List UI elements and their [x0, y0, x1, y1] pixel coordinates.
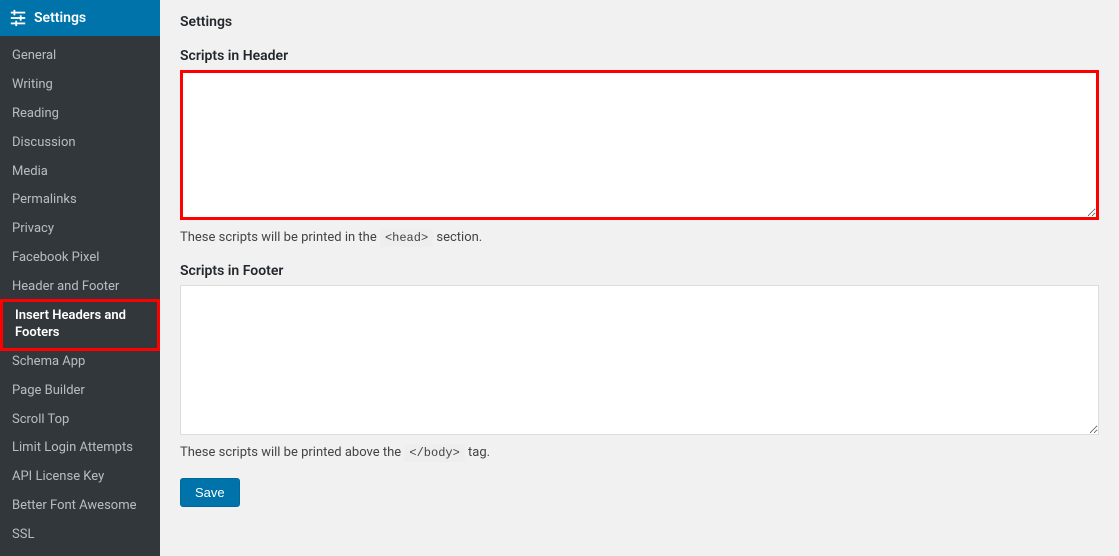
sidebar-item-page-builder[interactable]: Page Builder: [0, 377, 160, 406]
current-section-arrow-icon: [160, 10, 168, 26]
sidebar-item-label: Page Builder: [12, 383, 85, 398]
sidebar-item-label: Schema App: [12, 354, 85, 369]
sliders-icon: [8, 8, 28, 28]
sidebar-item-label: Reading: [12, 106, 59, 121]
sidebar-item-label: General: [12, 48, 56, 63]
sidebar-item-writing[interactable]: Writing: [0, 71, 160, 100]
sidebar-item-label: Discussion: [12, 135, 76, 150]
sidebar-item-api-license-key[interactable]: API License Key: [0, 463, 160, 492]
description-code: <head>: [380, 229, 433, 247]
sidebar-item-reading[interactable]: Reading: [0, 100, 160, 129]
scripts-in-footer-block: Scripts in Footer These scripts will be …: [180, 263, 1099, 460]
scripts-in-footer-description: These scripts will be printed above the …: [180, 445, 1099, 460]
page-title: Settings: [160, 0, 1119, 38]
sidebar-item-facebook-pixel[interactable]: Facebook Pixel: [0, 244, 160, 273]
form-content: Scripts in Header These scripts will be …: [160, 38, 1119, 527]
sidebar-submenu: General Writing Reading Discussion Media…: [0, 36, 160, 556]
sidebar-item-header-and-footer[interactable]: Header and Footer: [0, 273, 160, 302]
sidebar-item-privacy[interactable]: Privacy: [0, 215, 160, 244]
sidebar-item-permalinks[interactable]: Permalinks: [0, 186, 160, 215]
sidebar-item-label: Writing: [12, 77, 53, 92]
scripts-in-header-label: Scripts in Header: [180, 48, 1099, 64]
sidebar-item-label: Better Font Awesome: [12, 498, 137, 513]
scripts-in-footer-label: Scripts in Footer: [180, 263, 1099, 279]
sidebar-item-label: Limit Login Attempts: [12, 440, 133, 455]
sidebar-item-insert-headers-and-footers[interactable]: Insert Headers and Footers: [3, 302, 157, 348]
sidebar-item-scroll-top[interactable]: Scroll Top: [0, 406, 160, 435]
description-text: tag.: [465, 445, 490, 460]
sidebar-item-label: Scroll Top: [12, 412, 69, 427]
description-text: These scripts will be printed in the: [180, 230, 380, 245]
scripts-in-header-description: These scripts will be printed in the <he…: [180, 230, 1099, 245]
sidebar-item-discussion[interactable]: Discussion: [0, 129, 160, 158]
sidebar-item-label: Media: [12, 164, 48, 179]
main-content: Settings Scripts in Header These scripts…: [160, 0, 1119, 529]
sidebar-item-label: Privacy: [12, 221, 54, 236]
sidebar-item-label: Facebook Pixel: [12, 250, 99, 265]
sidebar-section-label: Settings: [34, 10, 86, 26]
description-text: section.: [433, 230, 482, 245]
sidebar-item-limit-login-attempts[interactable]: Limit Login Attempts: [0, 434, 160, 463]
description-text: These scripts will be printed above the: [180, 445, 404, 460]
sidebar-item-general[interactable]: General: [0, 42, 160, 71]
scripts-in-header-block: Scripts in Header These scripts will be …: [180, 48, 1099, 245]
sidebar-section-settings[interactable]: Settings: [0, 0, 160, 36]
save-button[interactable]: Save: [180, 478, 240, 507]
sidebar-item-label: Header and Footer: [12, 279, 119, 294]
scripts-in-header-textarea[interactable]: [180, 70, 1099, 220]
sidebar-item-label: API License Key: [12, 469, 104, 484]
sidebar-item-schema-app[interactable]: Schema App: [0, 348, 160, 377]
highlight-box: Insert Headers and Footers: [0, 299, 160, 351]
sidebar-item-label: SSL: [12, 527, 34, 542]
sidebar-item-media[interactable]: Media: [0, 158, 160, 187]
admin-sidebar: Settings General Writing Reading Discuss…: [0, 0, 160, 529]
scripts-in-footer-textarea[interactable]: [180, 285, 1099, 435]
sidebar-item-better-font-awesome[interactable]: Better Font Awesome: [0, 492, 160, 521]
description-code: </body>: [404, 444, 464, 462]
sidebar-item-ssl[interactable]: SSL: [0, 521, 160, 550]
sidebar-item-label: Permalinks: [12, 192, 77, 207]
sidebar-item-label: Insert Headers and Footers: [15, 308, 126, 340]
